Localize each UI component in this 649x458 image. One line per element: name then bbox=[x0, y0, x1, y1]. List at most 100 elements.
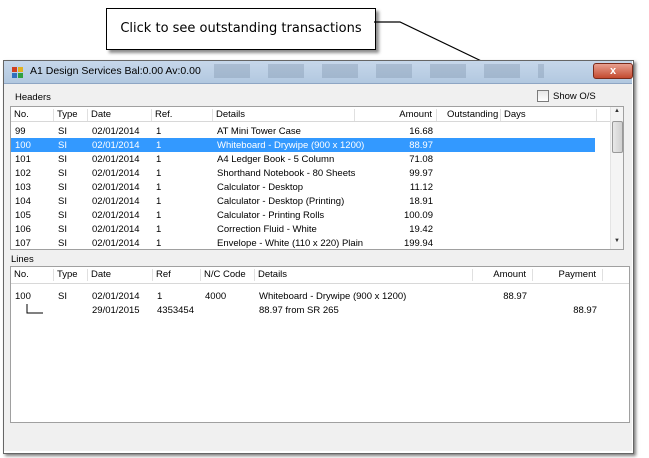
cell: 88.97 bbox=[573, 305, 597, 316]
window-titlebar[interactable]: A1 Design Services Bal:0.00 Av:0.00 x bbox=[4, 61, 633, 84]
lines-col-2[interactable]: Date bbox=[88, 269, 153, 281]
lines-table-header: No. Type Date Ref N/C Code Details Amount Payme… bbox=[11, 267, 629, 284]
lines-col-4[interactable]: N/C Code bbox=[201, 269, 255, 281]
cell: 16.68 bbox=[409, 126, 433, 137]
scroll-up-icon[interactable]: ▲ bbox=[611, 108, 623, 118]
close-button[interactable]: x bbox=[593, 63, 633, 79]
header-col-5[interactable]: Amount bbox=[355, 109, 437, 121]
table-row[interactable]: 101 SI 02/01/2014 1 A4 Ledger Book - 5 Colum… bbox=[11, 152, 609, 166]
cell: SI bbox=[58, 126, 67, 137]
headers-group-label: Headers bbox=[15, 92, 51, 103]
cell: Whiteboard - Drywipe (900 x 1200) bbox=[259, 291, 407, 302]
cell: 99 bbox=[15, 126, 26, 137]
headers-scrollbar[interactable]: ▲ ▼ bbox=[610, 107, 623, 249]
cell: 100 bbox=[15, 291, 31, 302]
cell: SI bbox=[58, 224, 67, 235]
cell: Calculator - Desktop bbox=[217, 182, 304, 193]
cell: 106 bbox=[15, 224, 31, 235]
cell: 02/01/2014 bbox=[92, 196, 140, 207]
cell: AT Mini Tower Case bbox=[217, 126, 301, 137]
lines-col-3[interactable]: Ref bbox=[153, 269, 201, 281]
cell: 88.97 from SR 265 bbox=[259, 305, 339, 316]
table-row[interactable]: 104 SI 02/01/2014 1 Calculator - Desktop (Pr… bbox=[11, 194, 609, 208]
scroll-thumb[interactable] bbox=[612, 121, 623, 153]
cell: SI bbox=[58, 168, 67, 179]
cell: SI bbox=[58, 182, 67, 193]
table-row[interactable]: 100 SI 02/01/2014 1 Whiteboard - Drywipe (90… bbox=[11, 138, 595, 152]
cell: 4000 bbox=[205, 291, 227, 302]
scroll-down-icon[interactable]: ▼ bbox=[611, 238, 623, 248]
header-col-6[interactable]: Outstanding bbox=[444, 109, 501, 121]
show-os-toggle[interactable]: Show O/S bbox=[537, 90, 596, 102]
header-col-4[interactable]: Details bbox=[213, 109, 355, 121]
cell: 105 bbox=[15, 210, 31, 221]
cell: 19.42 bbox=[409, 224, 433, 235]
cell: 02/01/2014 bbox=[92, 210, 140, 221]
app-icon bbox=[12, 67, 23, 78]
header-col-0[interactable]: No. bbox=[11, 109, 54, 121]
cell: Calculator - Printing Rolls bbox=[217, 210, 325, 221]
table-row[interactable]: 105 SI 02/01/2014 1 Calculator - Printing Ro… bbox=[11, 208, 609, 222]
cell: SI bbox=[58, 196, 67, 207]
cell: 02/01/2014 bbox=[92, 291, 140, 302]
cell: 1 bbox=[156, 196, 162, 207]
lines-col-1[interactable]: Type bbox=[54, 269, 88, 281]
cell: 100.09 bbox=[403, 210, 433, 221]
cell: SI bbox=[58, 238, 67, 249]
cell: 1 bbox=[156, 168, 162, 179]
cell: SI bbox=[58, 140, 67, 151]
cell: 4353454 bbox=[157, 305, 194, 316]
list-item[interactable]: 100 SI 02/01/2014 1 4000 Whiteboard - Drywipe… bbox=[11, 289, 611, 303]
table-row[interactable]: 99 SI 02/01/2014 1 AT Mini Tower Case 16.68 bbox=[11, 124, 609, 138]
show-os-label[interactable]: Show O/S bbox=[553, 91, 596, 102]
list-item[interactable]: 29/01/2015 4353454 88.97 from SR 265 88.97 bbox=[11, 303, 611, 317]
cell: A4 Ledger Book - 5 Column bbox=[217, 154, 335, 165]
cell: Shorthand Notebook - 80 Sheets bbox=[217, 168, 356, 179]
lines-col-6[interactable]: Amount bbox=[473, 269, 533, 281]
window-title: A1 Design Services Bal:0.00 Av:0.00 bbox=[30, 65, 201, 77]
cell: SI bbox=[58, 210, 67, 221]
headers-table[interactable]: No. Type Date Ref. Details Amount Outstanding D… bbox=[10, 106, 624, 250]
cell: 02/01/2014 bbox=[92, 126, 140, 137]
cell: 1 bbox=[156, 238, 162, 249]
cell: 88.97 bbox=[409, 140, 433, 151]
cell: 02/01/2014 bbox=[92, 168, 140, 179]
lines-col-7[interactable]: Payment bbox=[533, 269, 603, 281]
cell: 101 bbox=[15, 154, 31, 165]
cell: 1 bbox=[156, 154, 162, 165]
cell: 100 bbox=[15, 140, 31, 151]
header-col-1[interactable]: Type bbox=[54, 109, 88, 121]
cell: 1 bbox=[156, 210, 162, 221]
lines-group-label: Lines bbox=[11, 254, 34, 265]
table-row[interactable]: 107 SI 02/01/2014 1 Envelope - White (110 x … bbox=[11, 236, 609, 249]
header-col-7[interactable]: Days bbox=[501, 109, 597, 121]
cell: Correction Fluid - White bbox=[217, 224, 317, 235]
cell: 1 bbox=[157, 291, 163, 302]
cell: 99.97 bbox=[409, 168, 433, 179]
cell: 02/01/2014 bbox=[92, 182, 140, 193]
cell: 02/01/2014 bbox=[92, 154, 140, 165]
cell: Envelope - White (110 x 220) Plain bbox=[217, 238, 364, 249]
cell: Calculator - Desktop (Printing) bbox=[217, 196, 345, 207]
cell: SI bbox=[58, 154, 67, 165]
header-col-2[interactable]: Date bbox=[88, 109, 152, 121]
cell: 1 bbox=[156, 126, 162, 137]
cell: 1 bbox=[156, 140, 162, 151]
cell: 29/01/2015 bbox=[92, 305, 140, 316]
show-os-checkbox[interactable] bbox=[537, 90, 549, 102]
header-col-3[interactable]: Ref. bbox=[152, 109, 213, 121]
cell: 103 bbox=[15, 182, 31, 193]
table-row[interactable]: 106 SI 02/01/2014 1 Correction Fluid - White… bbox=[11, 222, 609, 236]
lines-col-5[interactable]: Details bbox=[255, 269, 473, 281]
lines-table[interactable]: No. Type Date Ref N/C Code Details Amount Payme… bbox=[10, 266, 630, 423]
cell: 71.08 bbox=[409, 154, 433, 165]
cell: 199.94 bbox=[403, 238, 433, 249]
lines-col-0[interactable]: No. bbox=[11, 269, 54, 281]
cell: 02/01/2014 bbox=[92, 224, 140, 235]
cell: Whiteboard - Drywipe (900 x 1200) bbox=[217, 140, 365, 151]
cell: 107 bbox=[15, 238, 31, 249]
cell: 02/01/2014 bbox=[92, 238, 140, 249]
table-row[interactable]: 103 SI 02/01/2014 1 Calculator - Desktop 11.1… bbox=[11, 180, 609, 194]
table-row[interactable]: 102 SI 02/01/2014 1 Shorthand Notebook - 80 … bbox=[11, 166, 609, 180]
cell: 1 bbox=[156, 182, 162, 193]
